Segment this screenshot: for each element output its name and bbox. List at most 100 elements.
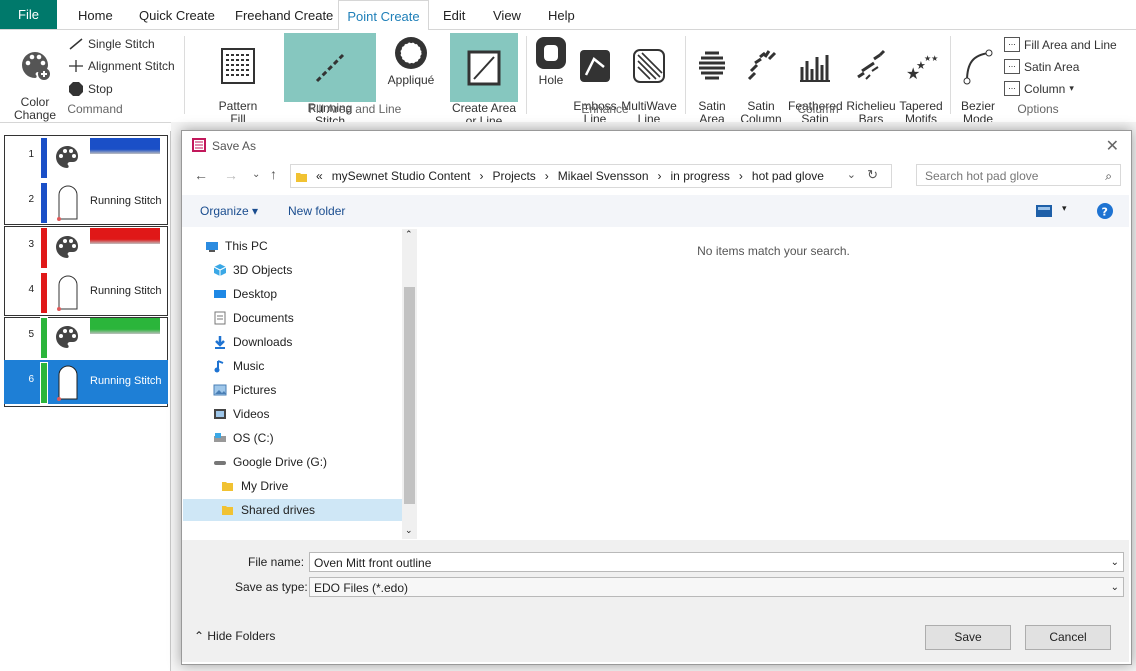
layer-row[interactable]: 2 Running Stitch [4, 180, 169, 224]
satin-area-option[interactable]: ... Satin Area [1004, 59, 1079, 74]
hole-label: Hole [538, 73, 564, 87]
fill-area-line-option[interactable]: ... Fill Area and Line [1004, 37, 1117, 52]
satin-area-button[interactable]: Satin Area [692, 34, 732, 126]
tab-quick-create[interactable]: Quick Create [139, 0, 215, 29]
layer-color-bar [40, 362, 48, 404]
tab-freehand-create[interactable]: Freehand Create [235, 0, 333, 29]
file-list[interactable]: No items match your search. [418, 227, 1129, 540]
address-bar[interactable]: « mySewnet Studio Content › Projects › Mikael… [290, 164, 892, 188]
nav-item-label: Downloads [233, 335, 293, 349]
tab-point-create[interactable]: Point Create [338, 0, 429, 31]
tab-file[interactable]: File [0, 0, 57, 29]
layer-row[interactable]: 3 [4, 225, 169, 269]
music-icon [214, 360, 224, 373]
nav-item[interactable]: Google Drive (G:) [213, 451, 327, 473]
breadcrumb-item[interactable]: « [316, 169, 323, 183]
nav-item[interactable]: OS (C:) [213, 427, 274, 449]
options-group-label: Options [1017, 102, 1059, 116]
nav-item[interactable]: Downloads [213, 331, 292, 353]
color-swatch[interactable] [90, 318, 160, 334]
download-icon [215, 336, 225, 349]
breadcrumb-item[interactable]: Mikael Svensson [558, 169, 649, 183]
layer-color-bar [40, 272, 48, 314]
pattern-fill-button[interactable]: Pattern Fill [212, 34, 264, 126]
nav-item[interactable]: Documents [213, 307, 294, 329]
layer-row[interactable]: 5 [4, 315, 169, 359]
recent-chevron-icon[interactable]: ⌄ [252, 169, 260, 180]
applique-label: Appliqué [387, 73, 435, 87]
search-input[interactable]: Search hot pad glove ⌕ [916, 164, 1121, 186]
hide-folders-button[interactable]: ⌃ Hide Folders [194, 629, 275, 643]
ribbon-separator [184, 36, 185, 114]
back-arrow-icon[interactable]: ← [194, 167, 208, 183]
cancel-button[interactable]: Cancel [1025, 625, 1111, 650]
single-stitch-button[interactable]: Single Stitch [68, 37, 155, 51]
alignment-stitch-button[interactable]: Alignment Stitch [68, 59, 175, 73]
layer-row[interactable]: 6 Running Stitch [4, 360, 168, 404]
applique-button[interactable]: Appliqué [383, 34, 439, 87]
save-button[interactable]: Save [925, 625, 1011, 650]
satin-column-button[interactable]: Satin Column [738, 34, 784, 126]
tab-edit[interactable]: Edit [443, 0, 465, 29]
help-icon[interactable]: ? [1097, 203, 1113, 219]
cube-icon [213, 264, 227, 276]
nav-item[interactable]: Shared drives [183, 499, 402, 521]
breadcrumb-item[interactable]: hot pad glove [752, 169, 824, 183]
nav-item[interactable]: My Drive [221, 475, 288, 497]
layer-color-bar [40, 227, 48, 269]
layer-number: 2 [28, 194, 34, 205]
stop-button[interactable]: Stop [68, 81, 113, 97]
organize-button[interactable]: Organize ▾ [200, 204, 258, 218]
column-option[interactable]: ... Column ▾ [1004, 81, 1074, 96]
color-swatch[interactable] [90, 138, 160, 154]
nav-item-label: 3D Objects [233, 263, 293, 277]
address-dropdown-icon[interactable]: ⌄ [847, 168, 856, 181]
feathered-satin-icon [800, 55, 830, 82]
alignment-stitch-label: Alignment Stitch [88, 59, 175, 73]
richelieu-bars-button[interactable]: Richelieu Bars [845, 34, 897, 126]
palette-icon [56, 146, 78, 168]
nav-item[interactable]: Videos [213, 403, 269, 425]
layer-row[interactable]: 1 [4, 135, 169, 179]
refresh-icon[interactable]: ↻ [867, 167, 878, 183]
create-area-button[interactable]: Create Area or Line [450, 33, 518, 128]
stop-label: Stop [88, 82, 113, 96]
nav-item[interactable]: 3D Objects [213, 259, 292, 281]
tab-view[interactable]: View [493, 0, 521, 29]
bezier-mode-button[interactable]: Bezier Mode [958, 34, 998, 126]
scroll-down-icon[interactable]: ⌄ [405, 525, 413, 536]
running-stitch-button[interactable]: Running Stitch [284, 33, 376, 128]
nav-item-label: This PC [225, 239, 268, 253]
chevron-down-icon[interactable]: ⌄ [1111, 553, 1119, 573]
new-folder-button[interactable]: New folder [288, 204, 345, 218]
tab-home[interactable]: Home [78, 0, 113, 29]
up-arrow-icon[interactable]: ↑ [270, 166, 277, 182]
save-type-select[interactable]: EDO Files (*.edo) ⌄ [309, 577, 1124, 597]
nav-item[interactable]: Desktop [213, 283, 277, 305]
chevron-down-icon[interactable]: ⌄ [1111, 578, 1119, 598]
nav-scrollbar[interactable]: ⌃ ⌄ [402, 229, 417, 539]
layer-number: 4 [28, 284, 34, 295]
file-name-label: File name: [248, 555, 305, 569]
nav-item[interactable]: Music [213, 355, 264, 377]
view-options-icon[interactable] [1036, 205, 1052, 217]
nav-item[interactable]: This PC [205, 235, 268, 257]
nav-item[interactable]: Pictures [213, 379, 276, 401]
scroll-up-icon[interactable]: ⌃ [405, 229, 413, 240]
layer-number: 1 [28, 149, 34, 160]
breadcrumb-item[interactable]: mySewnet Studio Content [332, 169, 471, 183]
hole-button[interactable]: Hole [532, 34, 570, 87]
svg-text:★★: ★★ [924, 54, 938, 63]
forward-arrow-icon[interactable]: → [224, 167, 238, 183]
search-icon: ⌕ [1105, 169, 1112, 183]
file-name-input[interactable]: Oven Mitt front outline ⌄ [309, 552, 1124, 572]
layer-row[interactable]: 4 Running Stitch [4, 270, 169, 314]
close-icon[interactable]: ✕ [1106, 136, 1119, 156]
breadcrumb-item[interactable]: in progress [671, 169, 730, 183]
view-dropdown-icon[interactable]: ▾ [1062, 203, 1067, 214]
color-swatch[interactable] [90, 228, 160, 244]
tab-help[interactable]: Help [548, 0, 575, 29]
breadcrumb-item[interactable]: Projects [492, 169, 535, 183]
tapered-motifs-button[interactable]: ★ ★ ★★ Tapered Motifs [898, 34, 944, 126]
scroll-thumb[interactable] [404, 287, 415, 504]
